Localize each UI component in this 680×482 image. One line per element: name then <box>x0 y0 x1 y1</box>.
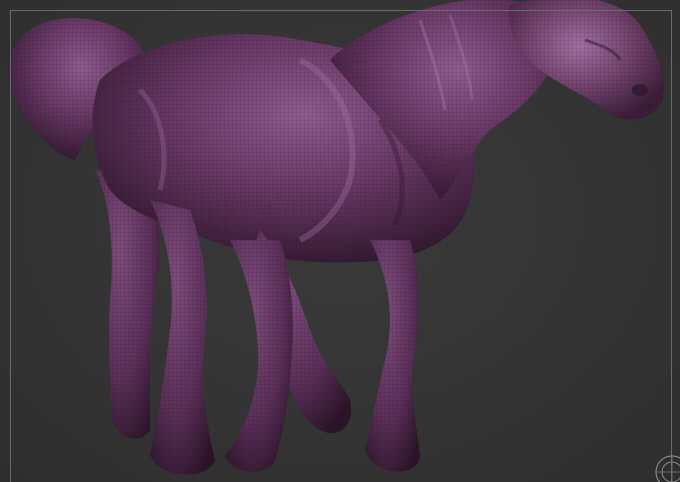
navigation-gyro-icon[interactable] <box>652 452 680 482</box>
hind-leg-near <box>150 200 215 475</box>
foreleg-planted <box>365 240 420 472</box>
horse-head <box>509 0 664 120</box>
foreleg-middle <box>225 240 293 472</box>
document-canvas[interactable] <box>0 0 680 482</box>
horse-sculpt-model[interactable] <box>0 0 680 482</box>
